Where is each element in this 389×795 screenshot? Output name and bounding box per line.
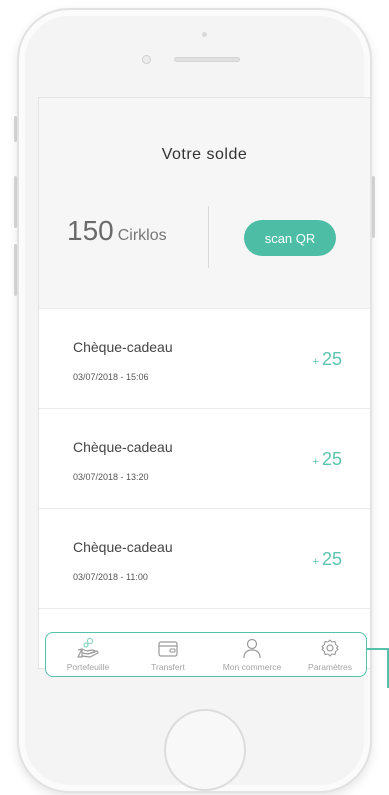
bottom-nav: Portefeuille Transfert Mon commerce Para… bbox=[45, 632, 367, 677]
user-icon bbox=[243, 638, 261, 659]
callout-line bbox=[367, 648, 389, 650]
transaction-value: 25 bbox=[321, 349, 342, 369]
callout-line-vertical bbox=[387, 648, 389, 688]
wallet-hand-icon bbox=[77, 637, 99, 658]
transaction-row[interactable]: Chèque-cadeau 03/07/2018 - 11:00 +25 bbox=[39, 508, 370, 608]
transaction-date: 03/07/2018 - 13:20 bbox=[73, 472, 149, 482]
transaction-amount: +25 bbox=[313, 449, 342, 470]
gear-icon bbox=[321, 639, 339, 657]
front-camera bbox=[142, 55, 151, 64]
balance-title: Votre solde bbox=[161, 146, 248, 163]
transaction-sign: + bbox=[312, 356, 319, 368]
transaction-row[interactable]: Chèque-cadeau 03/07/2018 - 13:20 +25 bbox=[39, 408, 370, 508]
nav-label: Paramètres bbox=[308, 662, 352, 672]
transaction-date: 03/07/2018 - 11:00 bbox=[73, 572, 148, 582]
transaction-date: 03/07/2018 - 15:06 bbox=[73, 372, 149, 382]
nav-label: Portefeuille bbox=[66, 662, 110, 672]
transaction-value: 25 bbox=[321, 449, 342, 469]
sensor-dot bbox=[202, 32, 207, 37]
transaction-amount: +25 bbox=[313, 349, 342, 370]
earpiece-speaker bbox=[174, 57, 240, 62]
balance-divider bbox=[208, 206, 209, 268]
transaction-amount: +25 bbox=[313, 549, 342, 570]
transaction-sign: + bbox=[312, 556, 319, 568]
nav-label: Transfert bbox=[151, 662, 185, 672]
nav-item-mon-commerce[interactable]: Mon commerce bbox=[212, 633, 292, 678]
app-screen: Votre solde 150 Cirklos scan QR Chèque-ca… bbox=[38, 97, 371, 669]
transaction-title: Chèque-cadeau bbox=[73, 439, 173, 455]
balance-value: 150 bbox=[67, 215, 114, 246]
transaction-value: 25 bbox=[321, 549, 342, 569]
balance-unit: Cirklos bbox=[117, 227, 167, 244]
transaction-row[interactable]: Chèque-cadeau 03/07/2018 - 15:06 +25 bbox=[39, 308, 370, 408]
power-button bbox=[372, 176, 375, 238]
home-button[interactable] bbox=[164, 709, 246, 791]
nav-label: Mon commerce bbox=[222, 662, 282, 672]
nav-item-parametres[interactable]: Paramètres bbox=[298, 633, 362, 678]
scan-qr-button[interactable]: scan QR bbox=[244, 220, 336, 256]
card-wallet-icon bbox=[158, 641, 178, 657]
balance-amount: 150 Cirklos bbox=[67, 215, 167, 247]
transaction-title: Chèque-cadeau bbox=[73, 539, 173, 555]
transaction-title: Chèque-cadeau bbox=[73, 339, 173, 355]
nav-item-portefeuille[interactable]: Portefeuille bbox=[52, 633, 124, 678]
nav-item-transfert[interactable]: Transfert bbox=[132, 633, 204, 678]
transaction-sign: + bbox=[312, 456, 319, 468]
balance-panel: Votre solde 150 Cirklos scan QR bbox=[39, 98, 370, 308]
